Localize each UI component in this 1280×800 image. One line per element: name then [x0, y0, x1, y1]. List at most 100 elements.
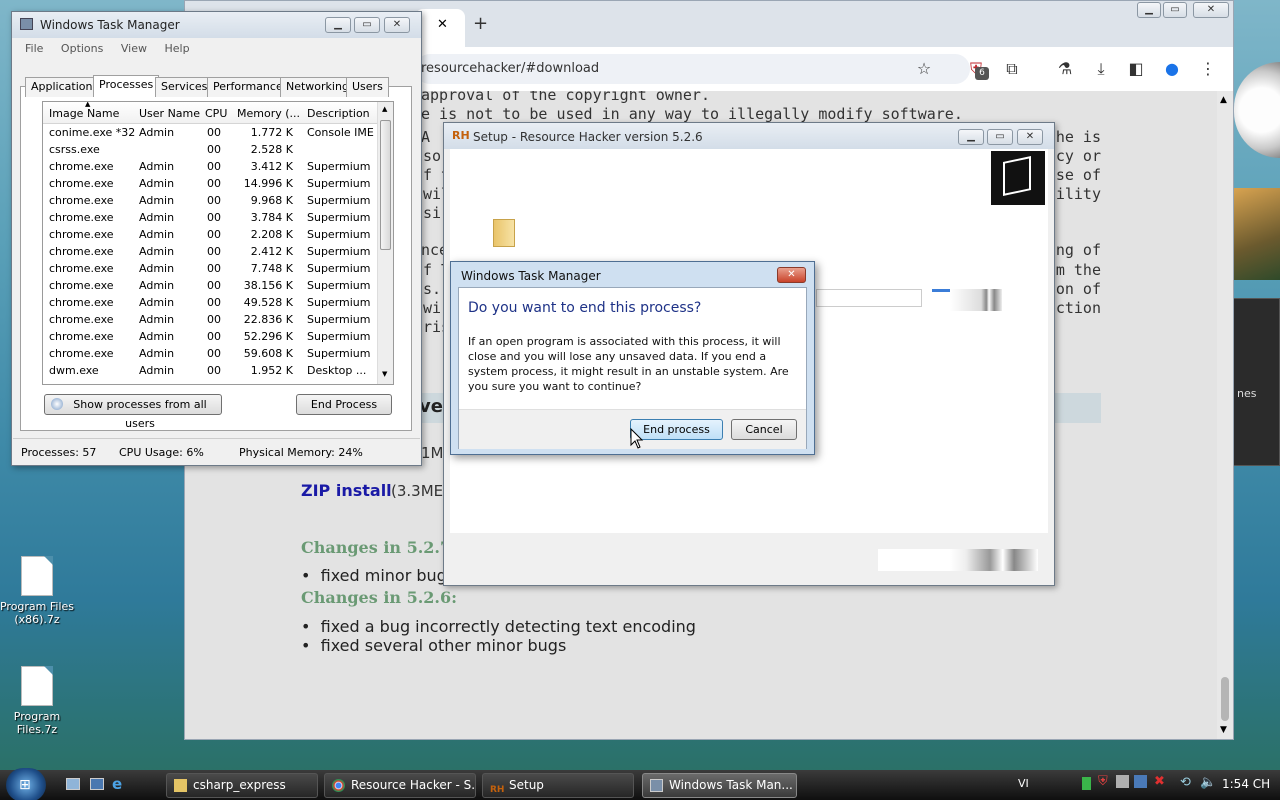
tab-close-icon[interactable]: ✕	[437, 17, 448, 32]
clock-time[interactable]: 1:54 CH	[1222, 777, 1270, 791]
close-button[interactable]: ✕	[1017, 129, 1043, 145]
process-row[interactable]: csrss.exe 00 2.528 K	[43, 141, 379, 158]
maximize-button[interactable]: ▭	[1163, 2, 1187, 18]
show-desktop-icon[interactable]	[66, 778, 80, 790]
scroll-up-arrow-icon[interactable]: ▲	[1220, 95, 1227, 105]
tray-icon-green[interactable]	[1082, 777, 1091, 790]
internet-explorer-icon[interactable]: e	[112, 775, 122, 793]
column-memory[interactable]: Memory (...	[237, 107, 300, 120]
tray-sync-icon[interactable]: ⟲	[1180, 775, 1191, 790]
tab-performance[interactable]: Performance	[207, 77, 289, 97]
process-cell-name: dwm.exe	[49, 364, 99, 377]
menu-kebab-icon[interactable]: ⋮	[1197, 58, 1219, 80]
process-row[interactable]: chrome.exe Admin 00 52.296 K Supermium	[43, 328, 379, 345]
bookmark-star-icon[interactable]: ☆	[913, 58, 935, 80]
scroll-thumb[interactable]	[1221, 677, 1229, 721]
taskbar-item-resource-hacker[interactable]: Resource Hacker - S...	[324, 773, 476, 798]
tray-shield-icon[interactable]: ⛨	[1098, 774, 1108, 789]
column-description[interactable]: Description	[307, 107, 370, 120]
process-cell-name: conime.exe *32	[49, 126, 136, 139]
process-row[interactable]: chrome.exe Admin 00 14.996 K Supermium	[43, 175, 379, 192]
minimize-button[interactable]: ▁	[1137, 2, 1161, 18]
scroll-down-arrow-icon[interactable]: ▼	[382, 370, 387, 378]
desktop-icon-program-files-x86[interactable]: Program Files (x86).7z	[0, 556, 77, 626]
process-cell-cpu: 00	[207, 228, 221, 241]
column-cpu[interactable]: CPU	[205, 107, 227, 120]
show-all-processes-button[interactable]: Show processes from all users	[44, 394, 222, 430]
extension-badge: 6	[975, 67, 989, 80]
profile-avatar-icon[interactable]: ●	[1161, 58, 1183, 80]
scroll-up-arrow-icon[interactable]: ▲	[382, 105, 387, 113]
process-list[interactable]: Image Name ▲ User Name CPU Memory (... D…	[42, 101, 394, 385]
menu-help[interactable]: Help	[164, 42, 189, 55]
language-indicator[interactable]: VI	[1018, 777, 1029, 790]
labs-flask-icon[interactable]: ⚗	[1054, 58, 1076, 80]
zip-install-link[interactable]: ZIP install	[301, 481, 392, 500]
start-button[interactable]: ⊞	[6, 768, 46, 800]
bullet-text: fixed minor bug	[320, 566, 447, 585]
process-cell-user: Admin	[139, 347, 175, 360]
scroll-thumb[interactable]	[380, 120, 391, 250]
file-icon	[21, 556, 53, 596]
volume-icon[interactable]: 🔈	[1200, 775, 1216, 790]
download-icon[interactable]: ⤓	[1090, 58, 1112, 80]
switch-windows-icon[interactable]	[90, 778, 104, 790]
tab-networking[interactable]: Networking	[280, 77, 355, 97]
window-title: Windows Task Manager	[40, 18, 180, 32]
tab-services[interactable]: Services	[155, 77, 214, 97]
process-row[interactable]: chrome.exe Admin 00 2.208 K Supermium	[43, 226, 379, 243]
process-row[interactable]: chrome.exe Admin 00 2.412 K Supermium	[43, 243, 379, 260]
process-row[interactable]: conime.exe *32 Admin 00 1.772 K Console IME	[43, 124, 379, 141]
tray-error-icon[interactable]: ✖	[1154, 774, 1165, 789]
browser-tab-active[interactable]: ✕	[415, 9, 465, 47]
process-row[interactable]: chrome.exe Admin 00 49.528 K Supermium	[43, 294, 379, 311]
end-process-button[interactable]: End Process	[296, 394, 392, 415]
desktop-icon-label: Program Files (x86).7z	[0, 600, 75, 626]
maximize-button[interactable]: ▭	[987, 129, 1013, 145]
scroll-down-arrow-icon[interactable]: ▼	[1220, 725, 1227, 735]
column-image-name[interactable]: Image Name	[49, 107, 119, 120]
process-row[interactable]: chrome.exe Admin 00 3.784 K Supermium	[43, 209, 379, 226]
menu-view[interactable]: View	[121, 42, 147, 55]
extensions-puzzle-icon[interactable]: ⧉	[1001, 58, 1023, 80]
process-row[interactable]: dwm.exe Admin 00 1.952 K Desktop ...	[43, 362, 379, 379]
page-scrollbar[interactable]: ▲ ▼	[1217, 91, 1233, 739]
process-row[interactable]: chrome.exe Admin 00 9.968 K Supermium	[43, 192, 379, 209]
process-row[interactable]: chrome.exe Admin 00 22.836 K Supermium	[43, 311, 379, 328]
tab-users[interactable]: Users	[346, 77, 389, 97]
taskbar-item-task-manager[interactable]: Windows Task Man...	[642, 773, 797, 798]
tray-program-icon[interactable]	[1116, 775, 1129, 788]
process-row[interactable]: chrome.exe Admin 00 3.412 K Supermium	[43, 158, 379, 175]
chrome-icon	[332, 779, 345, 792]
close-button[interactable]: ✕	[1193, 2, 1229, 18]
process-cell-cpu: 00	[207, 126, 221, 139]
process-cell-mem: 9.968 K	[250, 194, 293, 207]
side-panel-icon[interactable]: ◧	[1125, 58, 1147, 80]
minimize-button[interactable]: ▁	[958, 129, 984, 145]
process-cell-mem: 38.156 K	[243, 279, 293, 292]
process-list-scrollbar[interactable]: ▲ ▼	[377, 102, 393, 384]
address-bar[interactable]: resourcehacker/#download	[415, 54, 970, 84]
tray-network-icon[interactable]	[1134, 775, 1147, 788]
menu-options[interactable]: Options	[61, 42, 103, 55]
process-row[interactable]: chrome.exe Admin 00 59.608 K Supermium	[43, 345, 379, 362]
bullet-text: fixed several other minor bugs	[320, 636, 567, 655]
taskbar-item-csharp-express[interactable]: csharp_express	[166, 773, 318, 798]
process-cell-mem: 59.608 K	[243, 347, 293, 360]
process-row[interactable]: chrome.exe Admin 00 7.748 K Supermium	[43, 260, 379, 277]
tab-processes[interactable]: Processes	[93, 75, 160, 97]
column-user-name[interactable]: User Name	[139, 107, 200, 120]
new-tab-button[interactable]: +	[473, 13, 488, 34]
menu-file[interactable]: File	[25, 42, 43, 55]
process-cell-desc: Supermium	[307, 279, 371, 292]
maximize-button[interactable]: ▭	[354, 17, 380, 33]
desktop-icon-program-files[interactable]: Program Files.7z	[0, 666, 77, 736]
close-button[interactable]: ✕	[777, 267, 806, 283]
minimize-button[interactable]: ▁	[325, 17, 351, 33]
process-cell-cpu: 00	[207, 262, 221, 275]
taskbar-item-setup[interactable]: RH Setup	[482, 773, 634, 798]
uac-shield-icon	[51, 398, 63, 410]
close-button[interactable]: ✕	[384, 17, 410, 33]
process-row[interactable]: chrome.exe Admin 00 38.156 K Supermium	[43, 277, 379, 294]
cancel-button[interactable]: Cancel	[731, 419, 797, 440]
